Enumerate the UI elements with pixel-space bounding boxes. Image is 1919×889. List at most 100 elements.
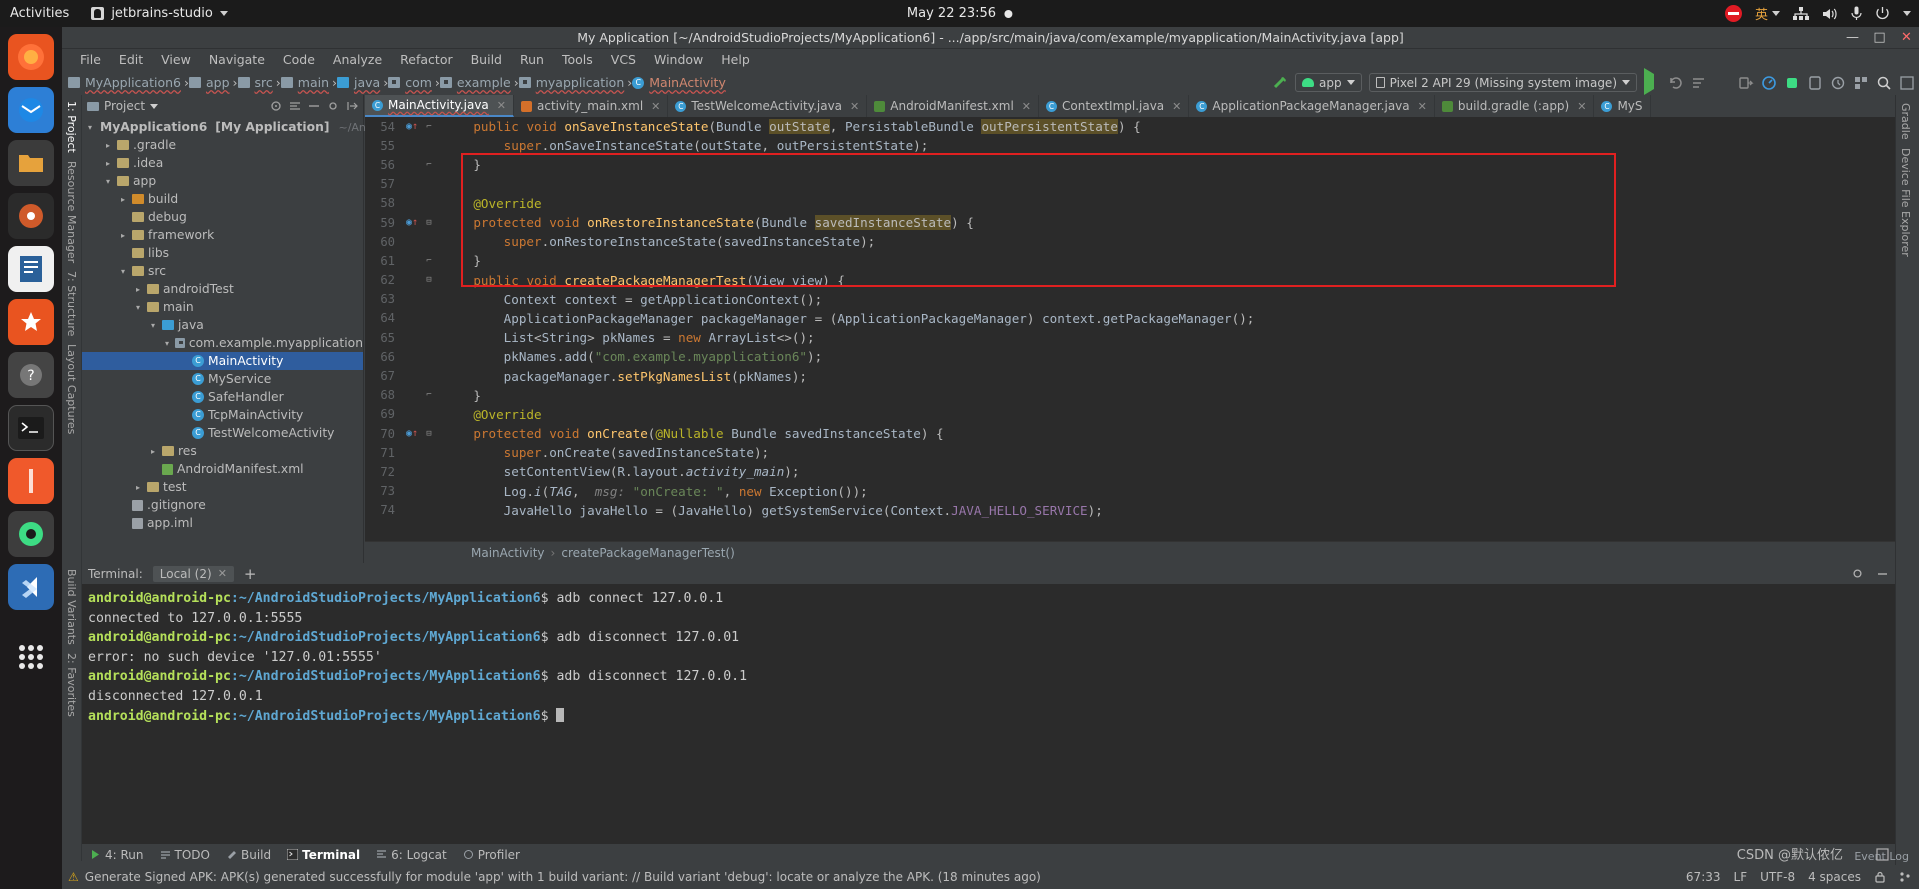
menu-help[interactable]: Help (712, 52, 759, 67)
new-terminal-tab-button[interactable]: + (244, 565, 257, 583)
activities-button[interactable]: Activities (10, 6, 69, 21)
editor-tab-contextimpl-java[interactable]: C ContextImpl.java ✕ (1039, 95, 1190, 117)
close-icon[interactable]: ✕ (218, 567, 227, 580)
bottom-tab-6-logcat[interactable]: 6: Logcat (376, 848, 447, 862)
dock-thunderbird-icon[interactable] (8, 87, 54, 133)
line-separator[interactable]: LF (1734, 870, 1748, 884)
tool-stripe-layout-captures[interactable]: Layout Captures (65, 340, 78, 438)
editor-tab-applicationpackagemanager-java[interactable]: C ApplicationPackageManager.java ✕ (1189, 95, 1435, 117)
editor-tab-mys[interactable]: C MyS (1594, 95, 1651, 117)
fold-marker-icon[interactable]: ⊟ (423, 275, 435, 285)
tree-node-tcpmainactivity[interactable]: C TcpMainActivity (82, 406, 363, 424)
tool-stripe--project[interactable]: 1: Project (65, 97, 78, 157)
avd-manager-icon[interactable] (1807, 75, 1823, 91)
chevron-down-icon[interactable]: ▾ (103, 177, 113, 186)
fold-marker-icon[interactable]: ⊟ (423, 218, 435, 228)
chevron-right-icon[interactable]: ▸ (148, 447, 158, 456)
network-icon[interactable] (1793, 6, 1809, 21)
tree-node-app-iml[interactable]: app.iml (82, 514, 363, 532)
apply-changes-icon[interactable] (1668, 75, 1684, 91)
editor-tab-build-gradle-app-[interactable]: build.gradle (:app) ✕ (1435, 95, 1595, 117)
run-configuration-selector[interactable]: app (1295, 73, 1362, 92)
tool-stripe--structure[interactable]: 7: Structure (65, 267, 78, 340)
menu-refactor[interactable]: Refactor (391, 52, 461, 67)
tree-node-mainactivity[interactable]: C MainActivity (82, 352, 363, 370)
terminal-tab-local[interactable]: Local (2) ✕ (152, 565, 234, 582)
layout-inspector-icon[interactable] (1899, 75, 1915, 91)
breadcrumb-item-src[interactable]: src (237, 75, 276, 90)
profiler-icon[interactable] (1761, 75, 1777, 91)
chevron-down-icon[interactable]: ▾ (88, 123, 92, 132)
chevron-down-icon[interactable]: ▾ (163, 339, 171, 348)
tree-node--gradle[interactable]: ▸ .gradle (82, 136, 363, 154)
gear-icon[interactable] (327, 100, 339, 112)
override-gutter-icon[interactable]: ◉↑ (401, 217, 423, 228)
fold-marker-icon[interactable]: ⌐ (423, 122, 435, 132)
chevron-right-icon[interactable]: ▸ (118, 231, 128, 240)
sdk-manager-icon[interactable] (1784, 75, 1800, 91)
dock-archive-manager-icon[interactable] (8, 458, 54, 504)
editor-tab-mainactivity-java[interactable]: C MainActivity.java ✕ (365, 95, 514, 117)
tool-stripe-device-file-explorer[interactable]: Device File Explorer (1899, 144, 1912, 261)
menu-analyze[interactable]: Analyze (324, 52, 391, 67)
fold-marker-icon[interactable]: ⌐ (423, 390, 435, 400)
bottom-tab-todo[interactable]: TODO (160, 848, 210, 862)
breadcrumb-item-java[interactable]: java (337, 75, 383, 90)
tree-node-java[interactable]: ▾ java (82, 316, 363, 334)
editor-breadcrumb-item[interactable]: MainActivity (471, 546, 545, 560)
tree-node-debug[interactable]: debug (82, 208, 363, 226)
tree-node-myapplication6[interactable]: ▾ MyApplication6 [My Application] ~/Andr (82, 118, 377, 136)
bottom-tab-terminal[interactable]: Terminal (286, 848, 360, 862)
menu-run[interactable]: Run (511, 52, 553, 67)
make-project-icon[interactable] (1272, 75, 1288, 91)
tree-node-framework[interactable]: ▸ framework (82, 226, 363, 244)
menu-file[interactable]: File (71, 52, 110, 67)
power-icon[interactable] (1875, 6, 1890, 21)
tree-node-test[interactable]: ▸ test (82, 478, 363, 496)
tool-stripe-build-variants[interactable]: Build Variants (65, 565, 78, 649)
fold-marker-icon[interactable]: ⌐ (423, 256, 435, 266)
tree-node-testwelcomeactivity[interactable]: C TestWelcomeActivity (82, 424, 363, 442)
chevron-down-icon[interactable] (150, 103, 159, 109)
tree-node-res[interactable]: ▸ res (82, 442, 363, 460)
run-button[interactable] (1644, 68, 1661, 95)
debug-button[interactable] (1714, 74, 1731, 91)
tree-node--idea[interactable]: ▸ .idea (82, 154, 363, 172)
close-icon[interactable]: ✕ (651, 100, 660, 113)
chevron-right-icon[interactable]: ▸ (133, 285, 143, 294)
do-not-disturb-icon[interactable] (1724, 5, 1742, 22)
dock-show-applications-icon[interactable] (8, 634, 54, 680)
hide-panel-icon[interactable] (346, 100, 358, 112)
bottom-tab-profiler[interactable]: Profiler (463, 848, 520, 862)
close-icon[interactable]: ✕ (497, 99, 506, 112)
menu-window[interactable]: Window (645, 52, 712, 67)
dock-rhythmbox-icon[interactable] (8, 193, 54, 239)
git-branch-icon[interactable] (1899, 871, 1911, 883)
app-menu-button[interactable]: jetbrains-studio (91, 6, 228, 21)
event-log-button[interactable]: Event Log (1854, 850, 1909, 863)
tree-node-main[interactable]: ▾ main (82, 298, 363, 316)
menu-tools[interactable]: Tools (553, 52, 602, 67)
file-encoding[interactable]: UTF-8 (1760, 870, 1795, 884)
tree-node-build[interactable]: ▸ build (82, 190, 363, 208)
input-method-indicator[interactable]: 英 (1755, 4, 1780, 23)
tree-node-androidtest[interactable]: ▸ androidTest (82, 280, 363, 298)
bottom-tab-build[interactable]: Build (226, 848, 271, 862)
collapse-all-icon[interactable] (308, 100, 320, 112)
dock-terminal-icon[interactable] (8, 405, 54, 451)
indent-setting[interactable]: 4 spaces (1808, 870, 1861, 884)
dock-android-studio-icon[interactable] (8, 511, 54, 557)
chevron-down-icon[interactable]: ▾ (133, 303, 143, 312)
dock-help-icon[interactable]: ? (8, 352, 54, 398)
fold-marker-icon[interactable]: ⌐ (423, 160, 435, 170)
volume-icon[interactable] (1822, 7, 1838, 21)
breadcrumb-item-com[interactable]: com (388, 75, 435, 90)
terminal-output[interactable]: android@android-pc:~/AndroidStudioProjec… (82, 584, 1895, 861)
chevron-down-icon[interactable]: ▾ (148, 321, 158, 330)
target-icon[interactable] (270, 100, 282, 112)
editor-tab-androidmanifest-xml[interactable]: AndroidManifest.xml ✕ (867, 95, 1040, 117)
tree-node-myservice[interactable]: C MyService (82, 370, 363, 388)
tree-node-com-example-myapplication[interactable]: ▾ com.example.myapplication (82, 334, 363, 352)
project-tree[interactable]: ▾ MyApplication6 [My Application] ~/Andr ▸ .g… (82, 117, 377, 532)
microphone-icon[interactable] (1851, 6, 1862, 21)
